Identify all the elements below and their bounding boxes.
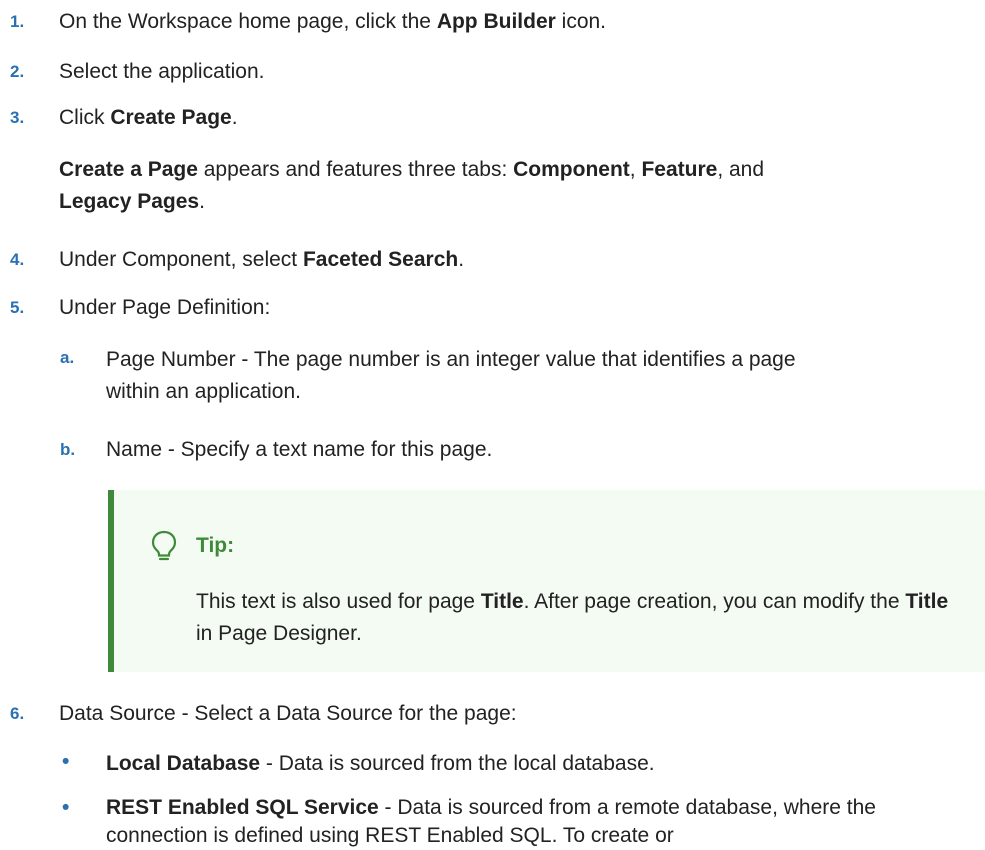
- step-number: 3.: [10, 108, 25, 127]
- app-builder-label: App Builder: [436, 10, 556, 33]
- substep-text: Name - Specify a text name for this page…: [106, 438, 493, 461]
- tip-callout: Tip: This text is also used for page Tit…: [108, 490, 985, 672]
- step-text: Under Component, select Faceted Search.: [59, 248, 465, 271]
- faceted-search-label: Faceted Search: [302, 248, 459, 271]
- substep-letter: b.: [60, 440, 76, 459]
- step-text: On the Workspace home page, click the Ap…: [59, 10, 607, 33]
- substep-text: Page Number - The page number is an inte…: [106, 348, 796, 403]
- step-number: 6.: [10, 704, 25, 723]
- bullet-marker: •: [62, 796, 70, 819]
- document-page: 1. On the Workspace home page, click the…: [0, 0, 985, 847]
- step-text: Data Source - Select a Data Source for t…: [59, 702, 517, 725]
- step-number: 4.: [10, 250, 25, 269]
- tip-body: This text is also used for page Title. A…: [196, 590, 949, 645]
- bullet-text: REST Enabled SQL Service - Data is sourc…: [106, 796, 876, 847]
- substep-letter: a.: [60, 348, 75, 367]
- step-text: Under Page Definition:: [59, 296, 271, 319]
- create-page-label: Create Page: [110, 106, 232, 129]
- lightbulb-icon: [151, 530, 177, 561]
- step-number: 1.: [10, 12, 25, 31]
- step-number: 5.: [10, 298, 25, 317]
- step-text: Click Create Page.: [59, 106, 238, 129]
- bullet-text: Local Database - Data is sourced from th…: [106, 752, 655, 775]
- tip-title: Tip:: [196, 534, 235, 557]
- bullet-marker: •: [62, 750, 70, 773]
- step-number: 2.: [10, 62, 25, 81]
- step-text: Select the application.: [59, 60, 265, 83]
- create-page-description: Create a Page appears and features three…: [59, 158, 765, 213]
